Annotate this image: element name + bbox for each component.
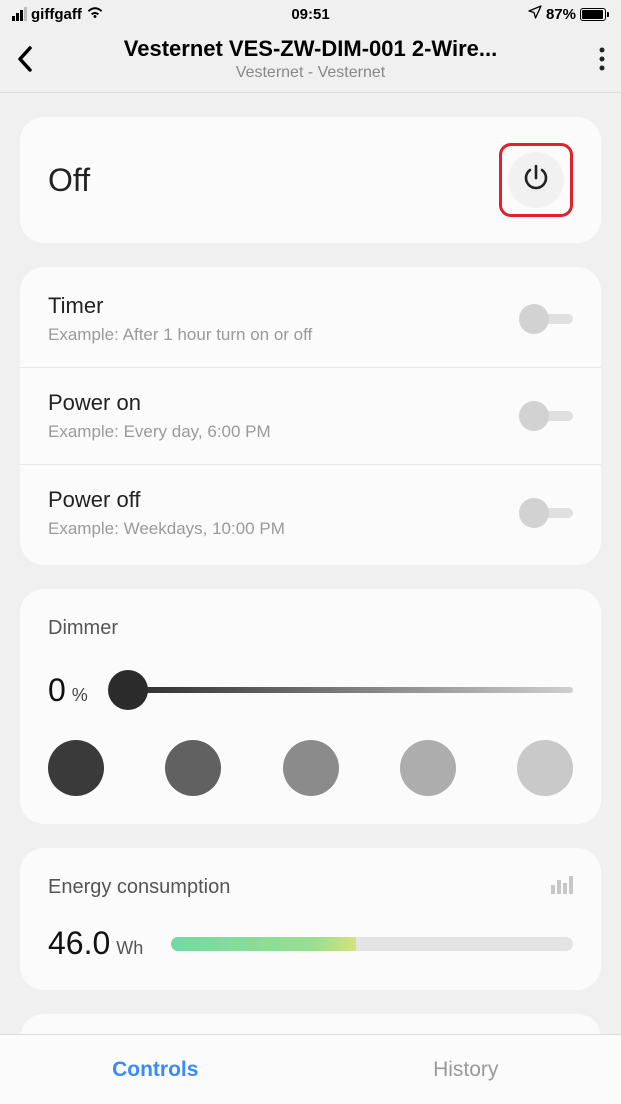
slider-track: [126, 687, 573, 693]
dimmer-value: 0 %: [48, 672, 88, 709]
battery-icon: [580, 8, 609, 21]
battery-pct: 87%: [546, 6, 576, 23]
dimmer-label: Dimmer: [48, 617, 573, 640]
page-title: Vesternet VES-ZW-DIM-001 2-Wire...: [50, 36, 571, 62]
status-right: 87%: [528, 5, 609, 23]
tab-history[interactable]: History: [311, 1035, 621, 1104]
energy-card: Energy consumption 46.0 Wh: [20, 848, 601, 990]
slider-knob[interactable]: [108, 670, 148, 710]
dimmer-preset-4[interactable]: [400, 740, 456, 796]
next-card-peek: [20, 1014, 601, 1035]
energy-value-number: 46.0: [48, 925, 110, 962]
dimmer-value-number: 0: [48, 672, 66, 709]
schedule-title: Timer: [48, 293, 519, 319]
dimmer-preset-1[interactable]: [48, 740, 104, 796]
page-subtitle: Vesternet - Vesternet: [50, 64, 571, 82]
schedule-subtitle: Example: Every day, 6:00 PM: [48, 422, 519, 442]
power-button[interactable]: [508, 152, 564, 208]
energy-bar-green: [171, 937, 316, 951]
bar-chart-icon[interactable]: [551, 876, 573, 899]
energy-bar: [171, 937, 573, 951]
power-icon: [521, 163, 551, 198]
wifi-icon: [86, 5, 104, 23]
carrier-label: giffgaff: [31, 6, 82, 23]
schedule-subtitle: Example: Weekdays, 10:00 PM: [48, 519, 519, 539]
clock: 09:51: [291, 6, 329, 23]
content: Off Timer Example: After 1 hour turn on …: [0, 93, 621, 1035]
energy-value: 46.0 Wh: [48, 925, 143, 962]
energy-label: Energy consumption: [48, 876, 230, 899]
more-menu-button[interactable]: [575, 47, 605, 71]
power-off-toggle[interactable]: [519, 502, 573, 524]
schedule-title: Power on: [48, 390, 519, 416]
header-center: Vesternet VES-ZW-DIM-001 2-Wire... Veste…: [46, 36, 575, 82]
schedule-row-timer[interactable]: Timer Example: After 1 hour turn on or o…: [20, 271, 601, 368]
bottom-nav: Controls History: [0, 1034, 621, 1104]
dimmer-slider[interactable]: [108, 670, 573, 710]
tab-controls[interactable]: Controls: [0, 1035, 311, 1104]
dimmer-unit: %: [72, 685, 88, 706]
schedule-subtitle: Example: After 1 hour turn on or off: [48, 325, 519, 345]
schedule-title: Power off: [48, 487, 519, 513]
signal-icon: [12, 7, 27, 21]
dimmer-preset-3[interactable]: [283, 740, 339, 796]
power-card: Off: [20, 117, 601, 243]
timer-toggle[interactable]: [519, 308, 573, 330]
power-on-toggle[interactable]: [519, 405, 573, 427]
power-state-label: Off: [48, 162, 90, 199]
back-button[interactable]: [16, 45, 46, 73]
dimmer-presets: [48, 740, 573, 796]
header: Vesternet VES-ZW-DIM-001 2-Wire... Veste…: [0, 28, 621, 93]
status-left: giffgaff: [12, 5, 104, 23]
status-bar: giffgaff 09:51 87%: [0, 0, 621, 28]
energy-unit: Wh: [116, 938, 143, 959]
dimmer-card: Dimmer 0 %: [20, 589, 601, 824]
dimmer-preset-2[interactable]: [165, 740, 221, 796]
power-button-highlight: [499, 143, 573, 217]
schedules-card: Timer Example: After 1 hour turn on or o…: [20, 267, 601, 565]
energy-bar-yellow: [316, 937, 356, 951]
schedule-row-power-on[interactable]: Power on Example: Every day, 6:00 PM: [20, 368, 601, 465]
dimmer-preset-5[interactable]: [517, 740, 573, 796]
schedule-row-power-off[interactable]: Power off Example: Weekdays, 10:00 PM: [20, 465, 601, 561]
location-icon: [528, 5, 542, 23]
